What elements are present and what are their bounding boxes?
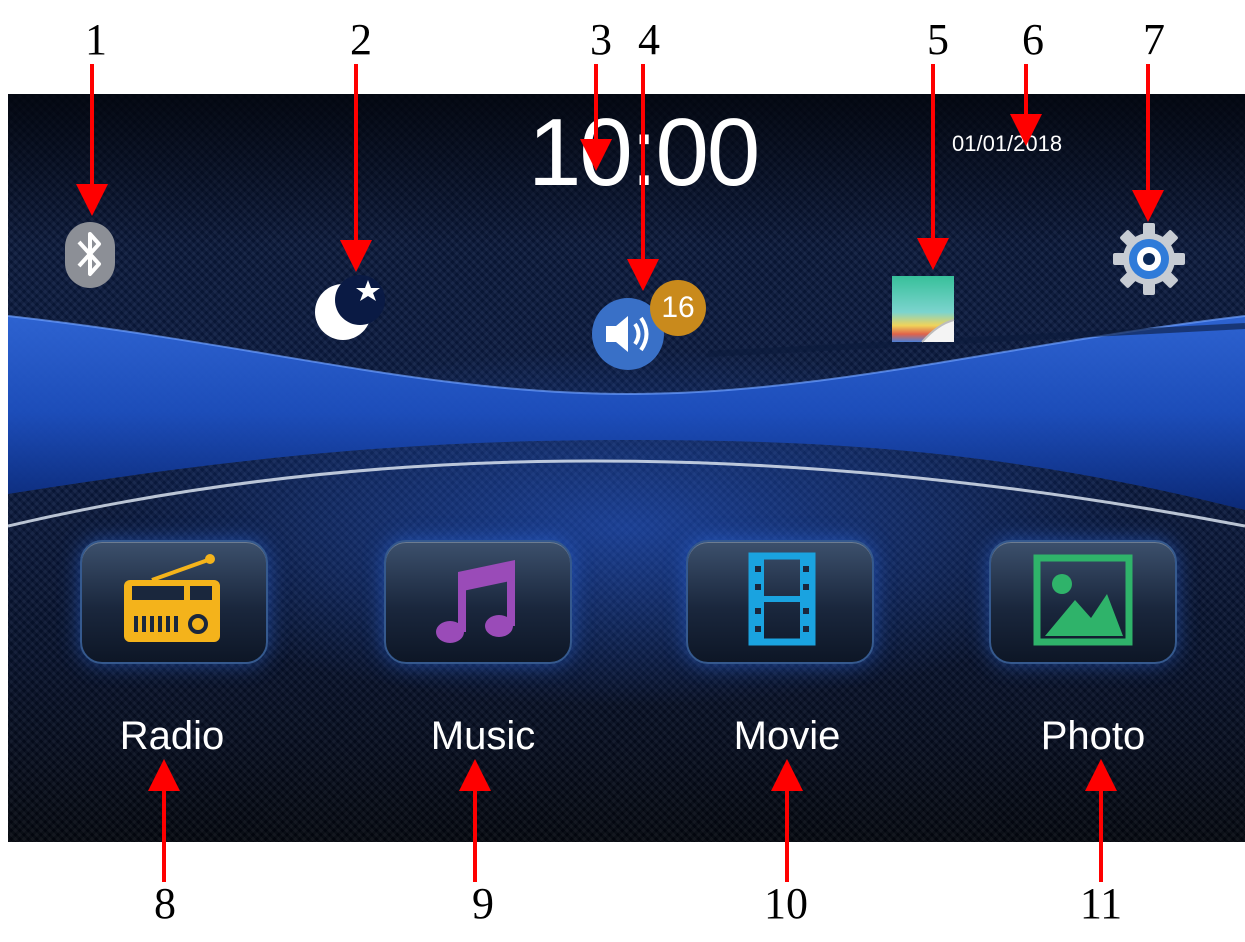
music-button[interactable]: [384, 540, 572, 664]
date-display: 01/01/2018: [952, 131, 1063, 156]
callout-2: 2: [350, 15, 372, 64]
callout-10: 10: [764, 879, 808, 928]
radio-label: Radio: [119, 714, 225, 758]
callout-9: 9: [472, 879, 494, 928]
photo-button[interactable]: [989, 540, 1177, 664]
clock: 10:00: [528, 99, 760, 206]
night-mode-icon[interactable]: [308, 274, 388, 344]
callout-5: 5: [927, 15, 949, 64]
callout-8: 8: [154, 879, 176, 928]
volume-level-badge: 16: [650, 280, 706, 336]
head-unit-screen: 10:00 01/01/2018 16 Radio Music Movie Ph…: [8, 94, 1245, 842]
radio-button[interactable]: [80, 540, 268, 664]
film-icon: [748, 552, 816, 646]
callout-3: 3: [590, 15, 612, 64]
callout-1: 1: [85, 15, 107, 64]
movie-button[interactable]: [686, 540, 874, 664]
photo-label: Photo: [1040, 714, 1146, 758]
wallpaper-icon[interactable]: [892, 276, 956, 344]
music-label: Music: [430, 714, 536, 758]
callout-4: 4: [638, 15, 660, 64]
image-icon: [1033, 554, 1133, 646]
radio-icon: [124, 554, 220, 642]
bluetooth-icon[interactable]: [63, 220, 117, 292]
settings-icon[interactable]: [1112, 222, 1186, 296]
callout-11: 11: [1079, 879, 1123, 928]
music-note-icon: [436, 560, 515, 643]
callout-6: 6: [1022, 15, 1044, 64]
callout-7: 7: [1143, 15, 1165, 64]
movie-label: Movie: [733, 714, 841, 758]
